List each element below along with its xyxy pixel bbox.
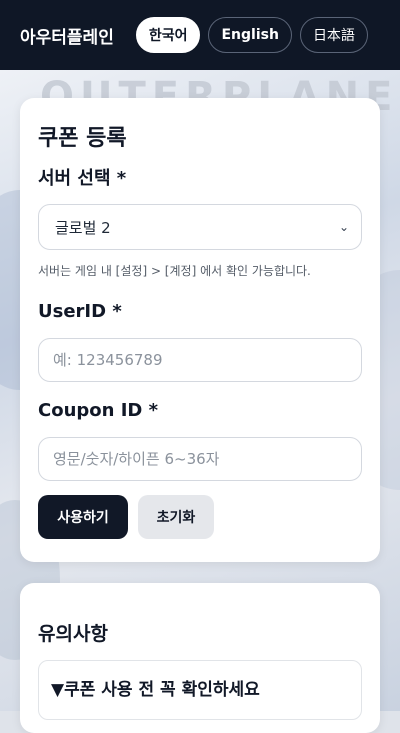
- language-button-korean[interactable]: 한국어: [135, 17, 201, 53]
- brand-title[interactable]: 아우터플레인: [20, 23, 114, 48]
- server-select-label: 서버 선택 *: [38, 168, 127, 189]
- notes-title: 유의사항: [38, 623, 108, 645]
- top-navigation-bar: 아우터플레인 한국어 English 日本語: [0, 0, 400, 70]
- form-actions: 사용하기 초기화: [38, 495, 362, 539]
- notes-details-summary[interactable]: ▼쿠폰 사용 전 꼭 확인하세요: [38, 660, 362, 720]
- language-button-english[interactable]: English: [208, 17, 292, 53]
- coupon-id-label: Coupon ID *: [38, 400, 159, 421]
- chevron-down-icon: ⌄: [338, 220, 349, 234]
- server-select[interactable]: 글로벌 2 ⌄: [38, 204, 362, 250]
- coupon-id-input[interactable]: [38, 437, 362, 481]
- reset-button[interactable]: 초기화: [138, 495, 214, 539]
- userid-input[interactable]: [38, 338, 362, 382]
- submit-button[interactable]: 사용하기: [38, 495, 128, 539]
- coupon-registration-card: 쿠폰 등록 서버 선택 * 글로벌 2 ⌄ 서버는 게임 내 [설정] > [계…: [20, 98, 380, 562]
- server-select-value: 글로벌 2: [55, 218, 111, 237]
- card-title: 쿠폰 등록: [38, 126, 127, 151]
- language-switcher: 한국어 English 日本語: [135, 17, 368, 53]
- language-button-japanese[interactable]: 日本語: [299, 17, 368, 53]
- userid-label: UserID *: [38, 301, 122, 322]
- server-help-text: 서버는 게임 내 [설정] > [계정] 에서 확인 가능합니다.: [38, 264, 311, 278]
